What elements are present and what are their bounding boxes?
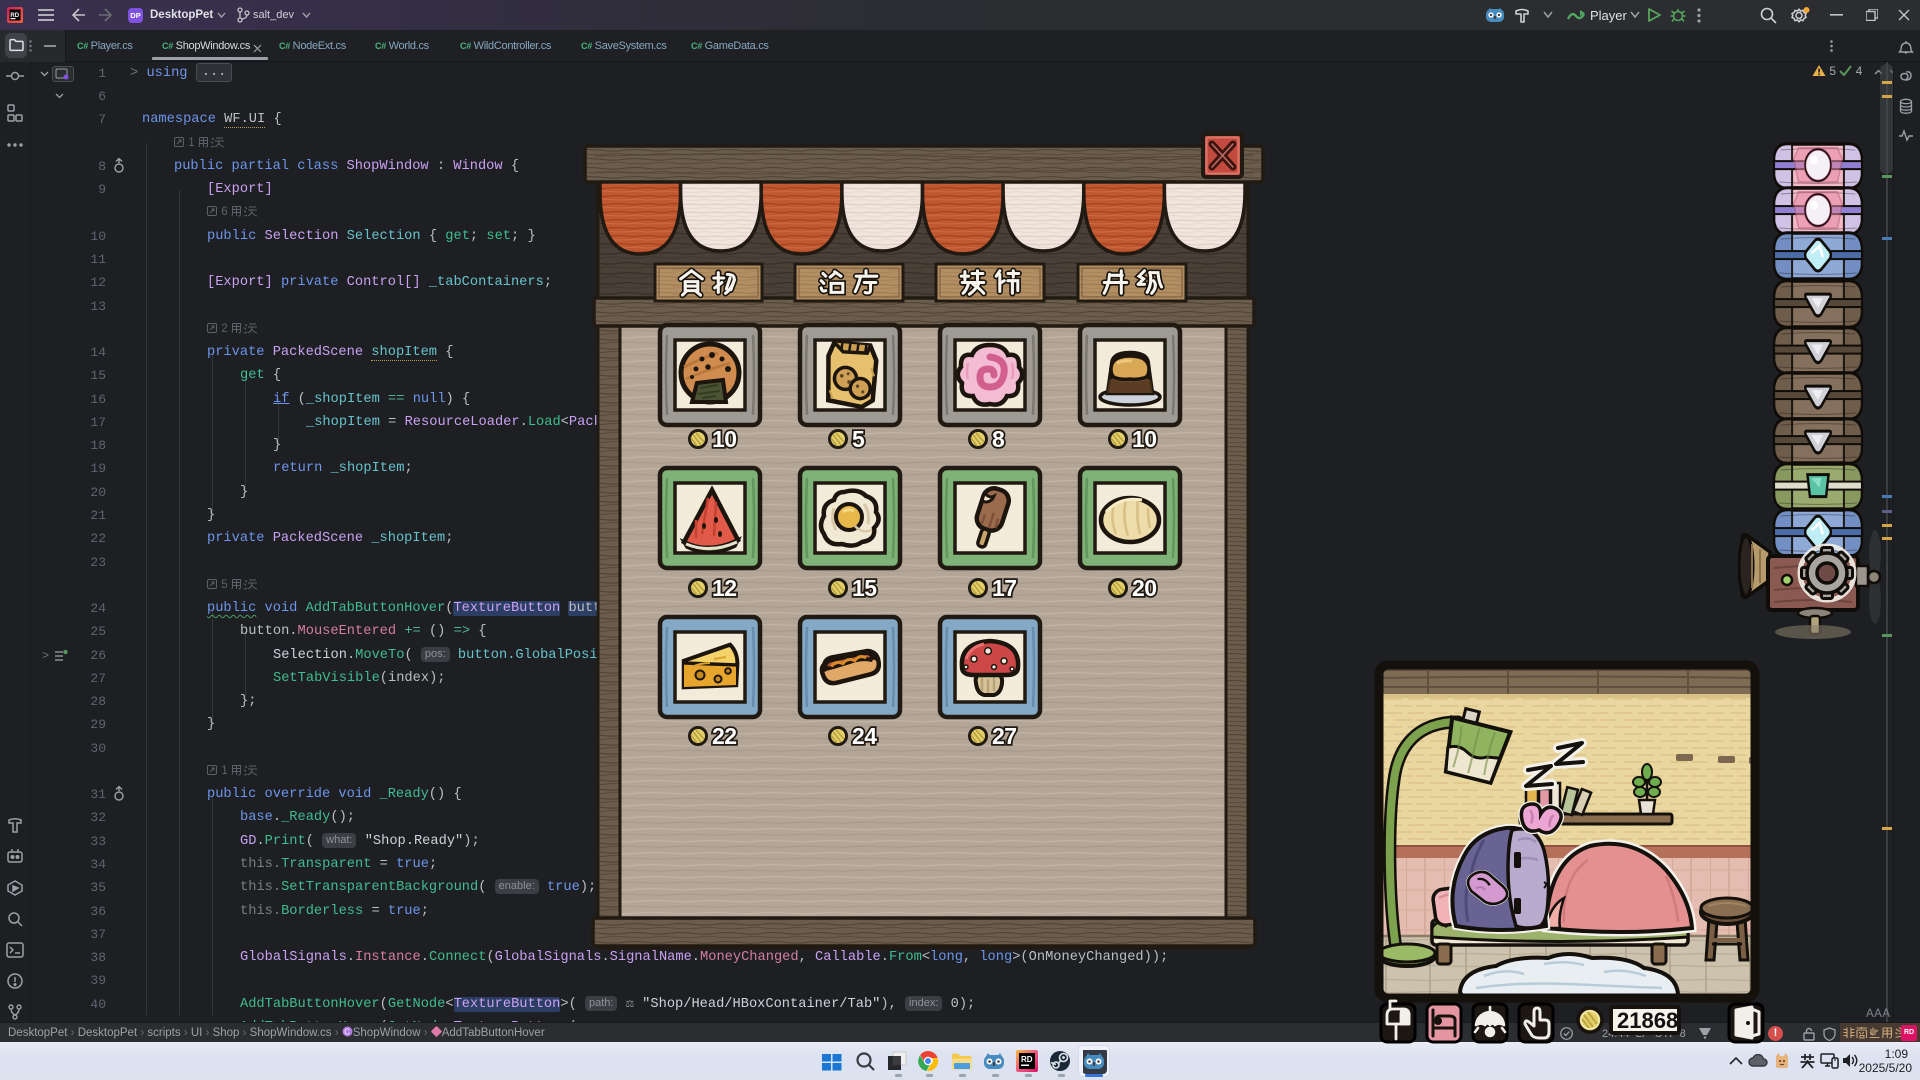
svg-text:22: 22 (712, 723, 737, 749)
svg-text:RD: RD (1021, 1055, 1033, 1064)
svg-text:17: 17 (992, 575, 1017, 601)
svg-text:24: 24 (852, 723, 877, 749)
svg-text:12: 12 (712, 575, 737, 601)
svg-text:5: 5 (852, 426, 865, 452)
svg-text:C: C (344, 1028, 350, 1037)
svg-text:8: 8 (992, 426, 1005, 452)
svg-text:15: 15 (852, 575, 877, 601)
svg-text:10: 10 (1132, 426, 1157, 452)
svg-text:20: 20 (1132, 575, 1157, 601)
svg-text:21868: 21868 (1617, 1008, 1678, 1033)
svg-text:10: 10 (712, 426, 737, 452)
svg-text:27: 27 (992, 723, 1017, 749)
